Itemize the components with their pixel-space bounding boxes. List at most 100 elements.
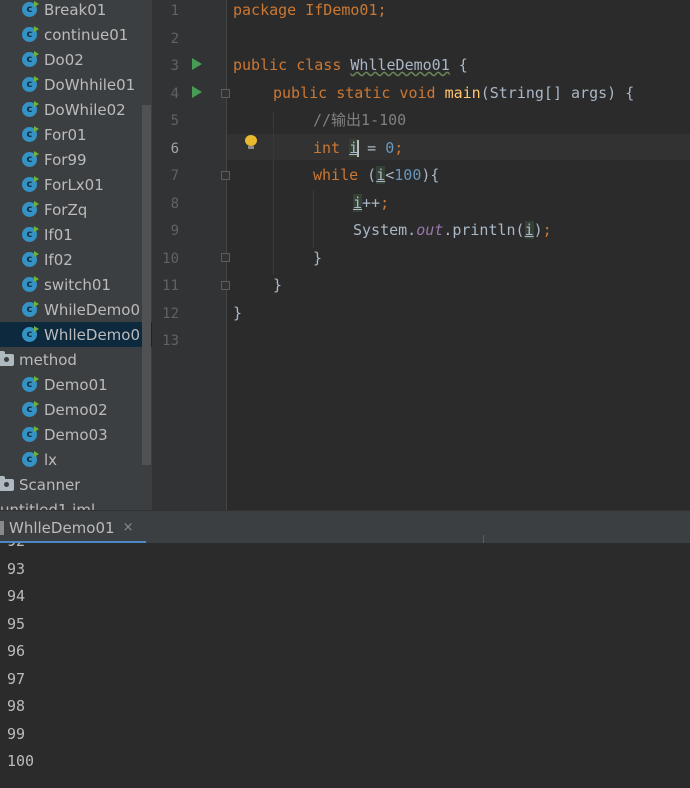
indent-guide <box>273 112 274 275</box>
package-folder-icon <box>0 350 14 366</box>
tree-item-dowhile02[interactable]: c DoWhile02 <box>0 97 152 122</box>
tree-item-demo03[interactable]: c Demo03 <box>0 422 152 447</box>
tree-item-label: continue01 <box>44 25 129 44</box>
code-line-10[interactable]: } <box>313 245 322 272</box>
java-class-icon: c <box>22 1 39 17</box>
code-line-3[interactable]: public class WhlleDemo01 { <box>233 52 468 79</box>
console-line: 99 <box>7 724 26 743</box>
line-number: 2 <box>170 30 179 47</box>
tree-item-scanner[interactable]: Scanner <box>0 472 152 497</box>
java-class-icon: c <box>22 451 39 467</box>
tree-item-switch01[interactable]: c switch01 <box>0 272 152 297</box>
code-line-1[interactable]: package IfDemo01; <box>233 0 387 24</box>
run-tab-label: WhlleDemo01 <box>9 518 115 537</box>
tree-item-do02[interactable]: c Do02 <box>0 47 152 72</box>
code-line-11[interactable]: } <box>273 272 282 299</box>
tree-item-label: WhlleDemo0 <box>44 325 141 344</box>
code-editor[interactable]: 1 2 3 4 5 6 7 8 9 10 11 12 13 package IfDemo01; publ… <box>152 0 690 510</box>
run-class-icon[interactable] <box>192 58 202 70</box>
tree-item-method[interactable]: method <box>0 347 152 372</box>
current-line-highlight <box>227 134 690 160</box>
code-line-9[interactable]: System.out.println(i); <box>353 217 552 244</box>
tree-item-label: For99 <box>44 150 87 169</box>
run-main-icon[interactable] <box>192 86 202 98</box>
tree-item-label: untitled1.iml <box>0 500 96 511</box>
tree-item-label: lx <box>44 450 58 469</box>
line-number: 12 <box>162 305 179 322</box>
java-class-icon: c <box>22 201 39 217</box>
tree-item-label: WhileDemo0 <box>44 300 141 319</box>
intention-bulb-icon[interactable] <box>244 135 258 150</box>
console-line: 93 <box>7 559 26 578</box>
tree-item-if01[interactable]: c If01 <box>0 222 152 247</box>
code-line-8[interactable]: i++; <box>353 190 389 217</box>
fold-marker-icon[interactable] <box>221 89 230 98</box>
java-class-icon: c <box>22 226 39 242</box>
line-number: 6 <box>170 140 179 157</box>
code-line-4[interactable]: public static void main(String[] args) { <box>273 80 634 107</box>
tree-item-demo02[interactable]: c Demo02 <box>0 397 152 422</box>
tree-item-for01[interactable]: c For01 <box>0 122 152 147</box>
tree-item-lx[interactable]: c lx <box>0 447 152 472</box>
line-number: 3 <box>170 58 179 74</box>
fold-marker-icon[interactable] <box>221 253 230 262</box>
tree-item-forlx01[interactable]: c ForLx01 <box>0 172 152 197</box>
tree-item-break01[interactable]: c Break01 <box>0 0 152 22</box>
line-number: 5 <box>170 113 179 129</box>
run-tab[interactable]: WhlleDemo01 × <box>0 511 146 544</box>
tree-item-label: If02 <box>44 250 73 269</box>
console-line: 95 <box>7 614 26 633</box>
code-line-12[interactable]: } <box>233 300 242 327</box>
line-number: 9 <box>170 223 179 239</box>
java-class-icon: c <box>22 151 39 167</box>
java-class-icon: c <box>22 276 39 292</box>
line-number: 7 <box>170 168 179 184</box>
tree-scrollbar[interactable] <box>142 105 151 465</box>
java-class-icon: c <box>22 126 39 142</box>
java-class-icon: c <box>22 401 39 417</box>
code-line-6[interactable]: int i = 0; <box>313 135 403 162</box>
java-class-icon: c <box>22 176 39 192</box>
run-config-icon <box>0 520 4 535</box>
java-class-icon: c <box>22 251 39 267</box>
tree-item-untitled1-iml[interactable]: untitled1.iml <box>0 497 152 511</box>
project-tree[interactable]: c Break01 c continue01 c Do02 c DoWhhile01 c DoWh… <box>0 0 152 510</box>
console-line: 100 <box>7 752 35 770</box>
console-line: 92 <box>7 543 25 550</box>
console-line: 97 <box>7 669 26 688</box>
console-output[interactable]: 92 93 94 95 96 97 98 99 100 <box>0 543 690 788</box>
code-line-7[interactable]: while (i<100){ <box>313 162 439 189</box>
tree-item-demo01[interactable]: c Demo01 <box>0 372 152 397</box>
tree-item-label: method <box>19 350 77 369</box>
tree-item-continue01[interactable]: c continue01 <box>0 22 152 47</box>
java-class-icon: c <box>22 51 39 67</box>
tree-item-label: Demo01 <box>44 375 108 394</box>
line-number: 11 <box>162 278 179 294</box>
tree-item-forzq[interactable]: c ForZq <box>0 197 152 222</box>
java-class-icon: c <box>22 26 39 42</box>
java-class-icon: c <box>22 426 39 442</box>
tree-item-dowhhile01[interactable]: c DoWhhile01 <box>0 72 152 97</box>
tree-item-label: Do02 <box>44 50 84 69</box>
tree-item-label: For01 <box>44 125 87 144</box>
tree-item-label: DoWhile02 <box>44 100 126 119</box>
close-icon[interactable]: × <box>123 520 134 535</box>
tree-item-whiledemo0[interactable]: c WhileDemo0 <box>0 297 152 322</box>
tree-item-label: If01 <box>44 225 73 244</box>
tree-item-label: DoWhhile01 <box>44 75 136 94</box>
run-tool-window-header: WhlleDemo01 × <box>0 510 690 544</box>
fold-marker-icon[interactable] <box>221 281 230 290</box>
java-class-icon: c <box>22 301 39 317</box>
tree-item-label: Demo03 <box>44 425 108 444</box>
tree-item-label: ForLx01 <box>44 175 104 194</box>
tree-item-whlledemo0[interactable]: c WhlleDemo0 <box>0 322 152 347</box>
java-class-icon: c <box>22 326 39 342</box>
tree-item-label: Scanner <box>19 475 81 494</box>
tree-item-if02[interactable]: c If02 <box>0 247 152 272</box>
code-line-5[interactable]: //输出1-100 <box>313 107 406 134</box>
tree-item-label: Demo02 <box>44 400 108 419</box>
fold-marker-icon[interactable] <box>221 171 230 180</box>
tree-item-label: Break01 <box>44 0 107 19</box>
tree-item-for99[interactable]: c For99 <box>0 147 152 172</box>
line-number: 8 <box>170 195 179 212</box>
